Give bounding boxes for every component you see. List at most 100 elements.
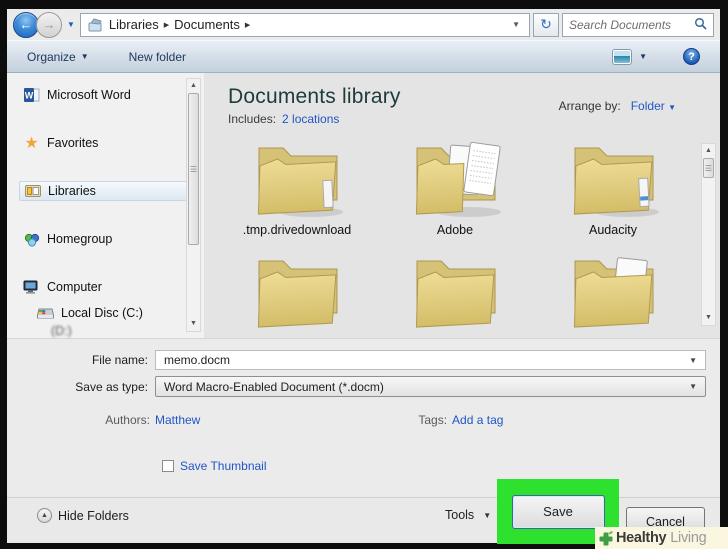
breadcrumb-libraries[interactable]: Libraries [109, 17, 159, 32]
organize-button[interactable]: Organize ▼ [27, 50, 89, 64]
refresh-button[interactable]: ↻ [533, 12, 559, 37]
sidebar-item-local-disc-c[interactable]: Local Disc (C:) [33, 303, 201, 323]
sidebar-item-favorites[interactable]: ★ Favorites [19, 133, 187, 153]
address-bar[interactable]: Libraries ▶ Documents ▶ ▼ [79, 12, 530, 37]
sidebar-item-microsoft-word[interactable]: W Microsoft Word [19, 85, 187, 105]
save-as-type-value: Word Macro-Enabled Document (*.docm) [164, 379, 384, 394]
healthy-living-watermark: Healthy Living [595, 527, 728, 549]
homegroup-icon [23, 231, 40, 248]
computer-icon [23, 279, 40, 296]
save-thumbnail-checkbox[interactable] [162, 460, 174, 472]
breadcrumb-separator-icon[interactable]: ▶ [245, 21, 250, 29]
tools-button[interactable]: Tools ▼ [445, 508, 491, 522]
breadcrumb-documents[interactable]: Documents [174, 17, 240, 32]
star-icon: ★ [24, 135, 39, 152]
history-dropdown-icon[interactable]: ▼ [67, 20, 75, 29]
folder-grid: .tmp.drivedownload Adobe Audacity [218, 136, 720, 336]
sidebar-scrollbar[interactable]: ▲ ☰ ▼ [186, 78, 201, 332]
new-folder-button[interactable]: New folder [129, 50, 186, 64]
arrange-by-label: Arrange by: [558, 99, 621, 113]
library-icon [87, 16, 104, 33]
address-dropdown-icon[interactable]: ▼ [509, 20, 523, 29]
authors-value[interactable]: Matthew [155, 413, 200, 427]
change-view-icon[interactable] [612, 48, 633, 65]
disk-drive-icon [37, 305, 54, 322]
save-as-type-label: Save as type: [75, 379, 148, 394]
chevron-down-icon[interactable]: ▼ [689, 356, 697, 365]
scrollbar-thumb[interactable]: ☰ [703, 158, 714, 178]
add-a-tag-link[interactable]: Add a tag [452, 413, 503, 427]
hide-folders-button[interactable]: ▲ Hide Folders [37, 508, 129, 523]
watermark-bold-text: Healthy [616, 530, 667, 546]
libraries-icon [24, 183, 41, 200]
screenshot-frame: ← → ▼ Libraries ▶ Documents ▶ ▼ ↻ Search… [0, 0, 728, 549]
scroll-up-icon[interactable]: ▲ [705, 144, 712, 158]
tools-label: Tools [445, 508, 475, 522]
help-icon[interactable]: ? [683, 48, 700, 65]
search-icon[interactable] [694, 17, 707, 33]
organize-label: Organize [27, 49, 76, 64]
folder-icon [257, 260, 338, 329]
sidebar-item-label: Favorites [47, 136, 99, 150]
folder-item-partial[interactable] [534, 249, 692, 336]
views-dropdown-icon[interactable]: ▼ [639, 52, 647, 61]
folder-item[interactable]: Adobe [376, 136, 534, 239]
search-placeholder: Search Documents [569, 17, 672, 32]
chevron-down-icon: ▼ [668, 103, 676, 112]
folder-icon [415, 260, 496, 329]
folder-icon [257, 147, 343, 217]
watermark-light-text: Living [670, 530, 707, 546]
file-name-input[interactable]: memo.docm ▼ [155, 350, 706, 370]
forward-button[interactable]: → [36, 11, 62, 38]
address-row: ← → ▼ Libraries ▶ Documents ▶ ▼ ↻ Search… [7, 9, 720, 40]
save-as-type-select[interactable]: Word Macro-Enabled Document (*.docm) ▼ [155, 376, 706, 397]
save-dialog-window: ← → ▼ Libraries ▶ Documents ▶ ▼ ↻ Search… [7, 9, 720, 544]
dialog-body: W Microsoft Word ★ Favorites Libraries H… [7, 73, 720, 338]
file-list-scrollbar[interactable]: ▲ ☰ ▼ [701, 143, 716, 326]
folder-item[interactable]: .tmp.drivedownload [218, 136, 376, 239]
save-thumbnail-label: Save Thumbnail [180, 459, 267, 473]
navigation-pane: W Microsoft Word ★ Favorites Libraries H… [7, 73, 204, 338]
scroll-up-icon[interactable]: ▲ [190, 79, 197, 93]
svg-text:W: W [24, 91, 33, 101]
command-toolbar: Organize ▼ New folder ▼ ? [7, 40, 720, 73]
word-icon: W [23, 87, 40, 104]
arrange-by-value[interactable]: Folder ▼ [631, 99, 676, 113]
locations-link[interactable]: 2 locations [282, 112, 339, 126]
sidebar-item-label: Libraries [48, 184, 96, 198]
folder-name: .tmp.drivedownload [242, 223, 352, 237]
sidebar-item-label: Homegroup [47, 232, 113, 246]
folder-item-partial[interactable] [218, 249, 376, 336]
arrange-by-text: Folder [630, 99, 665, 113]
chevron-down-icon: ▼ [689, 382, 697, 391]
file-name-value: memo.docm [164, 353, 231, 367]
includes-label: Includes: [228, 112, 277, 126]
save-label: Save [543, 504, 573, 519]
chevron-up-icon: ▲ [37, 508, 52, 523]
sidebar-item-label: Computer [47, 280, 102, 294]
sidebar-item-homegroup[interactable]: Homegroup [19, 229, 187, 249]
folder-item-partial[interactable] [376, 249, 534, 336]
chevron-down-icon: ▼ [483, 510, 492, 520]
sidebar-item-label: Microsoft Word [47, 88, 131, 102]
folder-icon [573, 147, 659, 217]
sidebar-item-libraries[interactable]: Libraries [19, 181, 187, 201]
tags-label: Tags: [418, 413, 448, 427]
authors-label: Authors: [105, 413, 150, 427]
search-input[interactable]: Search Documents [562, 12, 714, 37]
scroll-down-icon[interactable]: ▼ [705, 311, 712, 325]
folder-name: Adobe [436, 223, 474, 237]
file-name-label: File name: [91, 353, 148, 367]
scrollbar-thumb[interactable]: ☰ [188, 93, 199, 245]
folder-with-documents-icon [573, 257, 654, 329]
folder-item[interactable]: Audacity [534, 136, 692, 239]
scroll-down-icon[interactable]: ▼ [190, 317, 197, 331]
breadcrumb-separator-icon[interactable]: ▶ [164, 21, 169, 29]
save-options-panel: File name: memo.docm ▼ Save as type: Wor… [7, 338, 720, 497]
sidebar-item-label: Local Disc (C:) [61, 306, 143, 320]
folder-name: Audacity [589, 223, 637, 237]
sidebar-item-computer[interactable]: Computer [19, 277, 187, 297]
folder-with-documents-icon [415, 141, 501, 217]
green-cross-icon [599, 530, 613, 545]
save-button[interactable]: Save [511, 494, 605, 529]
